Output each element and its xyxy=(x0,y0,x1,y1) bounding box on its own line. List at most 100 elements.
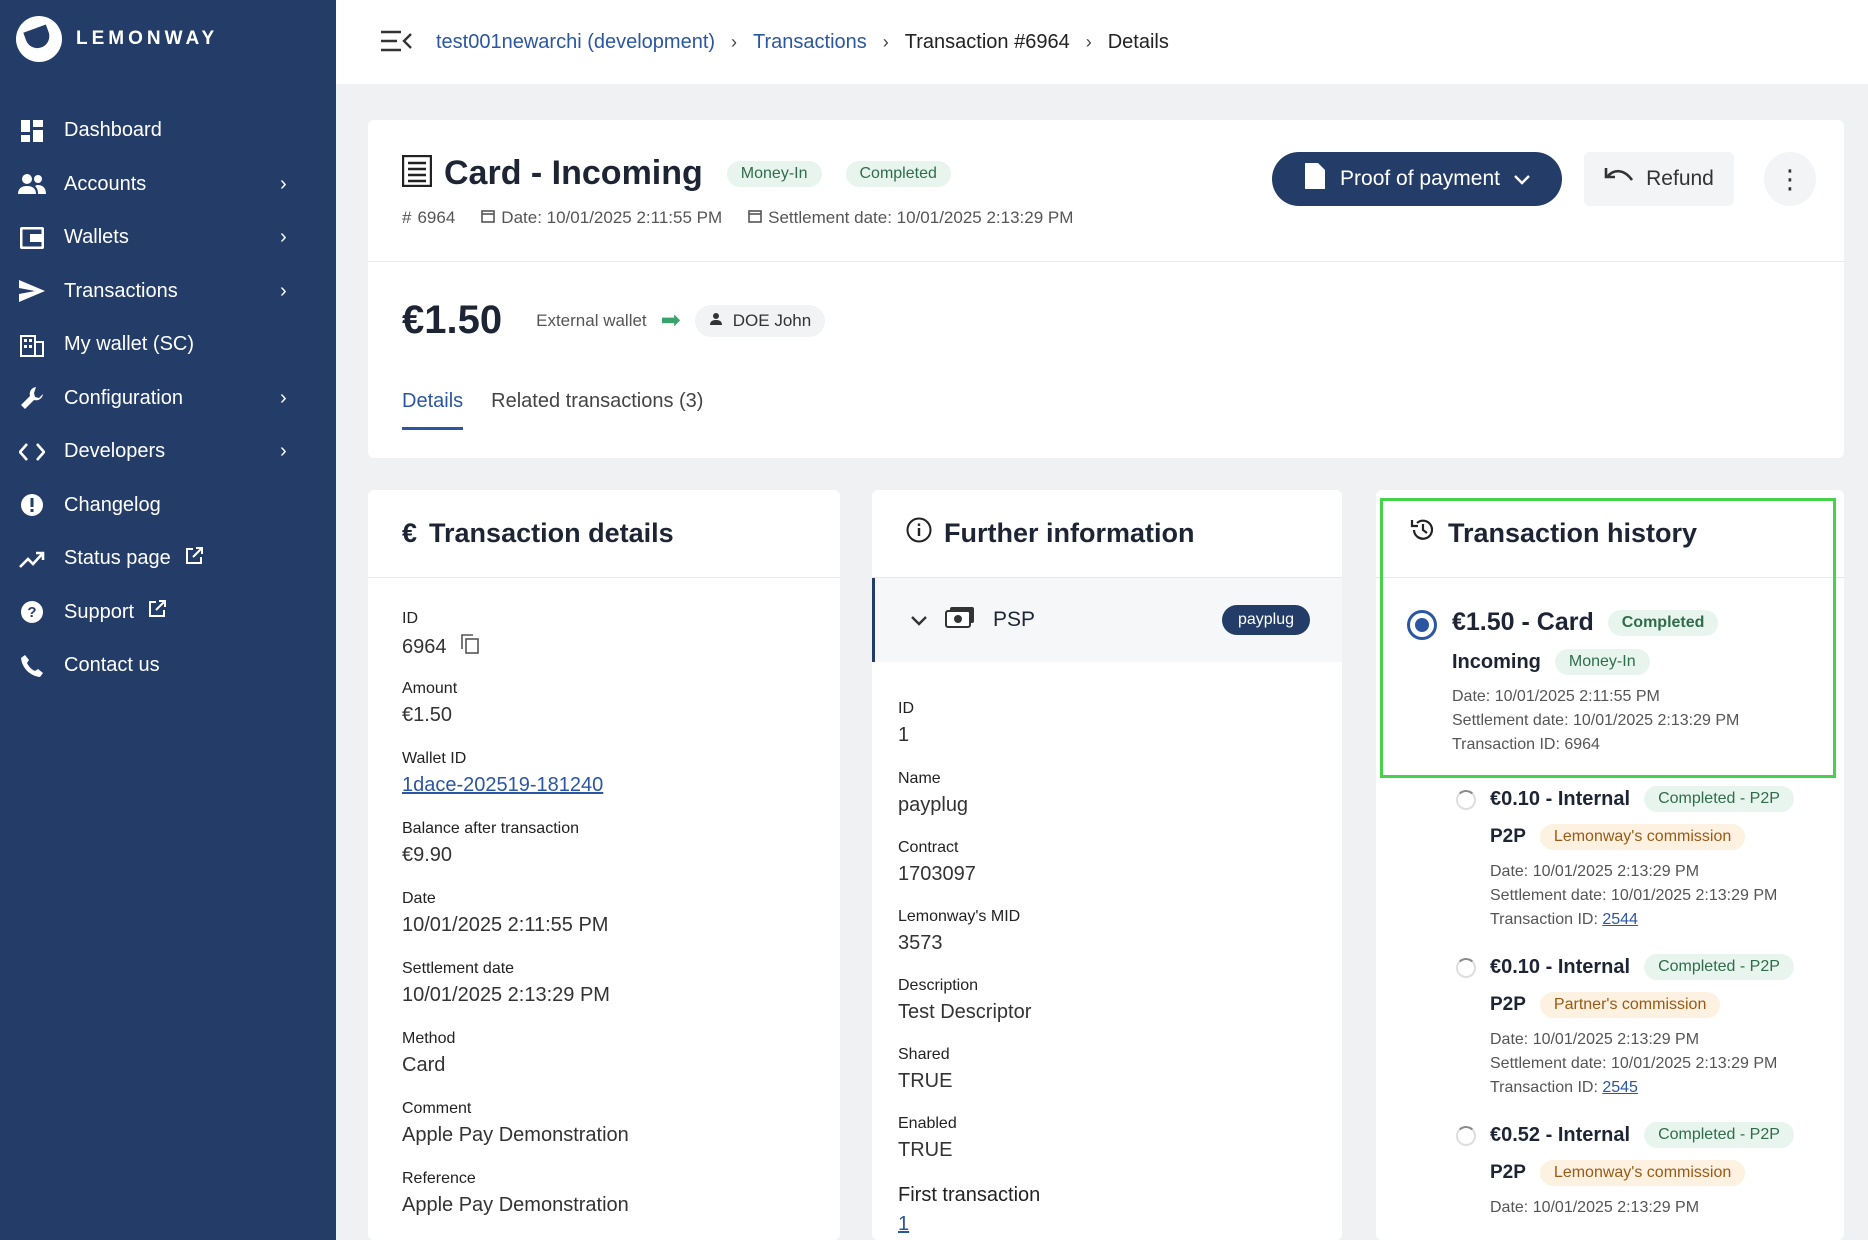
panel-title: Transaction details xyxy=(429,518,674,548)
sidebar: LEMONWAY Dashboard Accounts › Wallets › xyxy=(0,0,336,1240)
field-label: Enabled xyxy=(898,1115,957,1132)
transaction-id-link[interactable]: 2544 xyxy=(1602,911,1638,928)
field-value: TRUE xyxy=(898,1070,953,1092)
transaction-id-link[interactable]: 2545 xyxy=(1602,1079,1638,1096)
psp-accordion[interactable]: PSP payplug xyxy=(872,578,1342,662)
history-entry-settlement: Settlement date: 10/01/2025 2:13:29 PM xyxy=(1452,712,1740,729)
page-title: Card - Incoming xyxy=(444,154,703,192)
sidebar-item-configuration[interactable]: Configuration › xyxy=(0,372,336,426)
sidebar-item-label: Transactions xyxy=(64,279,178,302)
refund-label: Refund xyxy=(1646,167,1714,190)
history-entry-sub: P2P xyxy=(1490,1162,1526,1183)
alert-icon xyxy=(18,491,46,519)
chevron-right-icon: › xyxy=(1085,31,1092,52)
further-information-panel: Further information PSP payplug ID 1 Nam… xyxy=(872,490,1342,1240)
sidebar-item-accounts[interactable]: Accounts › xyxy=(0,158,336,212)
status-badge: Completed - P2P xyxy=(1644,1122,1794,1148)
breadcrumb-transactions[interactable]: Transactions xyxy=(753,31,867,54)
sidebar-item-changelog[interactable]: Changelog xyxy=(0,479,336,533)
history-entry[interactable]: €0.10 - Internal Completed - P2P P2P Par… xyxy=(1456,954,1794,1100)
wallet-id-link[interactable]: 1dace-202519-181240 xyxy=(402,774,603,797)
breadcrumb-transaction[interactable]: Transaction #6964 xyxy=(905,31,1070,54)
commission-badge: Lemonway's commission xyxy=(1539,1160,1746,1186)
copy-icon[interactable] xyxy=(460,634,479,660)
history-entry[interactable]: €0.10 - Internal Completed - P2P P2P Lem… xyxy=(1456,786,1794,932)
status-badge: Completed xyxy=(845,160,951,187)
header-top: Card - Incoming Money-In Completed # 696… xyxy=(368,120,1844,262)
sidebar-item-label: Support xyxy=(64,600,135,623)
history-entry-title: €0.10 - Internal xyxy=(1490,787,1631,810)
field-label: Name xyxy=(898,770,941,787)
title-row: Card - Incoming Money-In Completed xyxy=(401,154,951,193)
proof-of-payment-button[interactable]: Proof of payment xyxy=(1272,152,1562,206)
sidebar-item-support[interactable]: ? Support xyxy=(0,586,336,640)
history-entry-date: Date: 10/01/2025 2:13:29 PM xyxy=(1490,863,1700,880)
svg-text:?: ? xyxy=(27,604,36,621)
info-icon xyxy=(906,517,932,550)
external-link-icon xyxy=(185,546,203,571)
sidebar-item-contact-us[interactable]: Contact us xyxy=(0,639,336,693)
chevron-down-icon xyxy=(1514,167,1530,191)
field-value: Apple Pay Demonstration xyxy=(402,1124,629,1146)
field-wallet-id: Wallet ID 1dace-202519-181240 xyxy=(402,750,603,797)
sidebar-item-label: Wallets xyxy=(64,226,129,249)
radio-selected-icon xyxy=(1407,610,1437,640)
commission-badge: Partner's commission xyxy=(1539,992,1721,1018)
field-label: Method xyxy=(402,1030,456,1047)
field-amount: Amount €1.50 xyxy=(402,680,457,727)
sidebar-nav: Dashboard Accounts › Wallets › Transacti… xyxy=(0,104,336,693)
chevron-right-icon: › xyxy=(731,31,738,52)
sidebar-item-wallets[interactable]: Wallets › xyxy=(0,211,336,265)
sidebar-item-transactions[interactable]: Transactions › xyxy=(0,265,336,319)
field-contract: Contract 1703097 xyxy=(898,839,976,886)
history-entry-title: €0.10 - Internal xyxy=(1490,955,1631,978)
help-icon: ? xyxy=(18,598,46,626)
sidebar-item-status-page[interactable]: Status page xyxy=(0,532,336,586)
chevron-right-icon: › xyxy=(280,279,287,302)
field-psp-name: Name payplug xyxy=(898,770,968,817)
destination-account-chip[interactable]: DOE John xyxy=(694,304,826,337)
undo-icon xyxy=(1604,166,1634,192)
status-badge: Completed - P2P xyxy=(1644,954,1794,980)
chevron-right-icon: › xyxy=(280,386,287,409)
panel-title: Further information xyxy=(944,518,1195,548)
field-label: Description xyxy=(898,977,979,994)
receipt-icon xyxy=(401,154,433,192)
sidebar-item-label: Changelog xyxy=(64,493,161,516)
commission-badge: Lemonway's commission xyxy=(1539,824,1746,850)
building-icon xyxy=(18,331,46,359)
tab-related-transactions[interactable]: Related transactions (3) xyxy=(491,390,703,430)
brand-name: LEMONWAY xyxy=(76,28,219,49)
sidebar-item-developers[interactable]: Developers › xyxy=(0,425,336,479)
history-entry-date: Date: 10/01/2025 2:11:55 PM xyxy=(1452,688,1660,705)
breadcrumb-account[interactable]: test001newarchi (development) xyxy=(436,31,715,54)
field-psp-id: ID 1 xyxy=(898,700,914,747)
field-value: 10/01/2025 2:11:55 PM xyxy=(402,914,609,936)
field-enabled: Enabled TRUE xyxy=(898,1115,957,1162)
status-badge: Completed - P2P xyxy=(1644,786,1794,812)
field-value: Card xyxy=(402,1054,446,1076)
wallet-icon xyxy=(18,224,46,252)
person-icon xyxy=(709,311,723,331)
refund-button[interactable]: Refund xyxy=(1584,152,1734,206)
field-label: Contract xyxy=(898,839,959,856)
history-entry[interactable]: €0.52 - Internal Completed - P2P P2P Lem… xyxy=(1456,1122,1794,1220)
type-badge: Money-In xyxy=(726,160,822,187)
first-transaction-link[interactable]: 1 xyxy=(898,1213,1040,1236)
chevron-down-icon xyxy=(911,608,927,632)
brand-logo[interactable]: LEMONWAY xyxy=(16,16,218,62)
menu-collapse-icon[interactable] xyxy=(380,30,414,54)
sidebar-item-dashboard[interactable]: Dashboard xyxy=(0,104,336,158)
transaction-header-card: Card - Incoming Money-In Completed # 696… xyxy=(368,120,1844,458)
sidebar-item-label: Configuration xyxy=(64,386,183,409)
calendar-icon xyxy=(748,208,762,228)
field-first-transaction: First transaction 1 xyxy=(898,1184,1040,1236)
field-value: 6964 xyxy=(402,635,447,658)
history-entry-current[interactable]: €1.50 - Card Completed Incoming Money-In… xyxy=(1407,608,1740,757)
panel-header: Further information xyxy=(872,490,1342,578)
tab-details[interactable]: Details xyxy=(402,390,464,430)
field-id: ID 6964 xyxy=(402,610,479,660)
more-options-icon[interactable]: ⋮ xyxy=(1764,152,1816,206)
proof-of-payment-label: Proof of payment xyxy=(1340,167,1500,190)
sidebar-item-my-wallet[interactable]: My wallet (SC) xyxy=(0,318,336,372)
